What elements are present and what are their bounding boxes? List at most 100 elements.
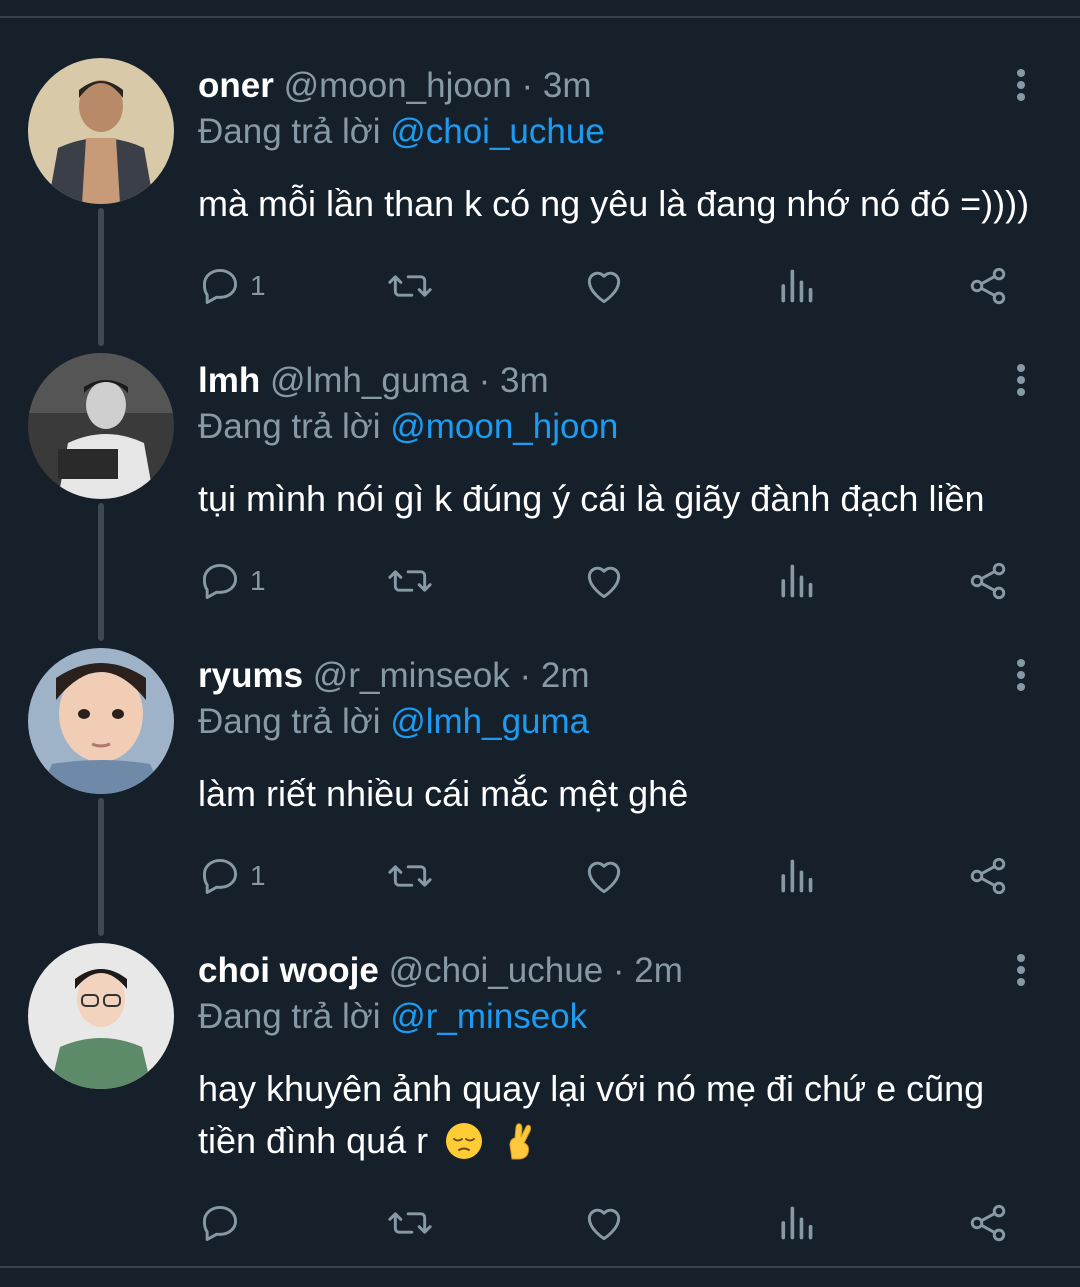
display-name[interactable]: lmh [198,361,260,400]
share-button[interactable] [966,1198,1010,1248]
retweet-icon [388,275,432,297]
user-handle[interactable]: @r_minseok [313,656,510,695]
thread-connector-line [98,208,104,346]
like-button[interactable] [582,261,626,311]
retweet-icon [388,1212,432,1234]
reply-button[interactable] [198,1198,250,1248]
share-button[interactable] [966,556,1010,606]
heart-icon [587,271,621,304]
tweet-header: lmh @lmh_guma · 3m [198,357,549,405]
replying-to: Đang trả lời @moon_hjoon [198,403,618,451]
analytics-icon [781,1206,813,1240]
display-name[interactable]: oner [198,66,274,105]
avatar-image-lmh [28,353,174,499]
heart-icon [587,566,621,599]
thread-connector-line [98,503,104,641]
retweet-button[interactable] [386,261,434,311]
more-vertical-icon[interactable] [1006,656,1036,696]
reply-count: 1 [250,860,266,891]
avatar[interactable] [28,353,174,499]
more-vertical-icon[interactable] [1006,66,1036,106]
share-icon [970,1204,1006,1242]
tweet-text: tụi mình nói gì k đúng ý cái là giãy đàn… [198,478,985,519]
retweet-button[interactable] [386,851,434,901]
retweet-button[interactable] [386,556,434,606]
mention-link[interactable]: @r_minseok [390,997,587,1036]
avatar-image-choi-wooje [28,943,174,1089]
top-divider [0,16,1080,18]
timestamp[interactable]: 3m [500,361,549,400]
replying-to: Đang trả lời @choi_uchue [198,108,605,156]
pensive-face-emoji [446,1123,483,1159]
views-button[interactable] [776,556,816,606]
separator-dot: · [612,951,625,990]
tweet-text: mà mỗi lần than k có ng yêu là đang nhớ … [198,183,1030,224]
replying-prefix: Đang trả lời [198,407,381,446]
like-button[interactable] [582,851,626,901]
reply-count: 1 [250,565,266,596]
views-button[interactable] [776,1198,816,1248]
like-button[interactable] [582,556,626,606]
reply-button[interactable]: 1 [198,851,266,901]
timestamp[interactable]: 2m [634,951,683,990]
separator-dot: · [521,66,534,105]
tweet-text-line-with-emoji: tiền đình quá r [198,1115,1048,1167]
avatar[interactable] [28,58,174,204]
views-button[interactable] [776,851,816,901]
mention-link[interactable]: @lmh_guma [390,702,589,741]
tweet-text-line: hay khuyên ảnh quay lại với nó mẹ đi chứ… [198,1068,985,1109]
share-button[interactable] [966,851,1010,901]
bottom-divider [0,1266,1080,1268]
share-icon [970,267,1006,305]
more-vertical-icon[interactable] [1006,951,1036,991]
mention-link[interactable]: @moon_hjoon [390,407,618,446]
replying-prefix: Đang trả lời [198,702,381,741]
tweet-actions: 1 [198,851,1028,901]
thread-connector-line [98,798,104,936]
replying-to: Đang trả lời @lmh_guma [198,698,589,746]
tweet-header: ryums @r_minseok · 2m [198,652,590,700]
tweet-actions: 1 [198,261,1028,311]
tweet-header: oner @moon_hjoon · 3m [198,62,592,110]
tweet-header: choi wooje @choi_uchue · 2m [198,947,683,995]
share-icon [970,857,1006,895]
replying-to: Đang trả lời @r_minseok [198,993,587,1041]
analytics-icon [781,269,813,303]
like-button[interactable] [582,1198,626,1248]
tweet-actions: 1 [198,556,1028,606]
avatar[interactable] [28,943,174,1089]
tweet-text: hay khuyên ảnh quay lại với nó mẹ đi chứ… [198,1063,1048,1167]
share-button[interactable] [966,261,1010,311]
replying-prefix: Đang trả lời [198,997,381,1036]
reply-button[interactable]: 1 [198,556,266,606]
user-handle[interactable]: @choi_uchue [389,951,604,990]
user-handle[interactable]: @moon_hjoon [284,66,512,105]
display-name[interactable]: choi wooje [198,951,379,990]
mention-link[interactable]: @choi_uchue [390,112,605,151]
reply-count: 1 [250,270,266,301]
heart-icon [587,861,621,894]
tweet-actions [198,1198,1028,1248]
separator-dot: · [519,656,532,695]
display-name[interactable]: ryums [198,656,303,695]
reply-icon [202,858,238,894]
reply-icon [202,268,238,304]
reply-button[interactable]: 1 [198,261,266,311]
tweet-text-line: tiền đình quá r [198,1120,429,1161]
timestamp[interactable]: 3m [543,66,592,105]
retweet-button[interactable] [386,1198,434,1248]
retweet-icon [388,570,432,592]
avatar-image-oner [28,58,174,204]
user-handle[interactable]: @lmh_guma [270,361,469,400]
timestamp[interactable]: 2m [541,656,590,695]
heart-icon [587,1208,621,1241]
avatar-image-ryums [28,648,174,794]
tweet-text: làm riết nhiều cái mắc mệt ghê [198,773,689,814]
avatar[interactable] [28,648,174,794]
views-button[interactable] [776,261,816,311]
more-vertical-icon[interactable] [1006,361,1036,401]
analytics-icon [781,859,813,893]
crossed-fingers-emoji [509,1123,532,1160]
analytics-icon [781,564,813,598]
share-icon [970,562,1006,600]
